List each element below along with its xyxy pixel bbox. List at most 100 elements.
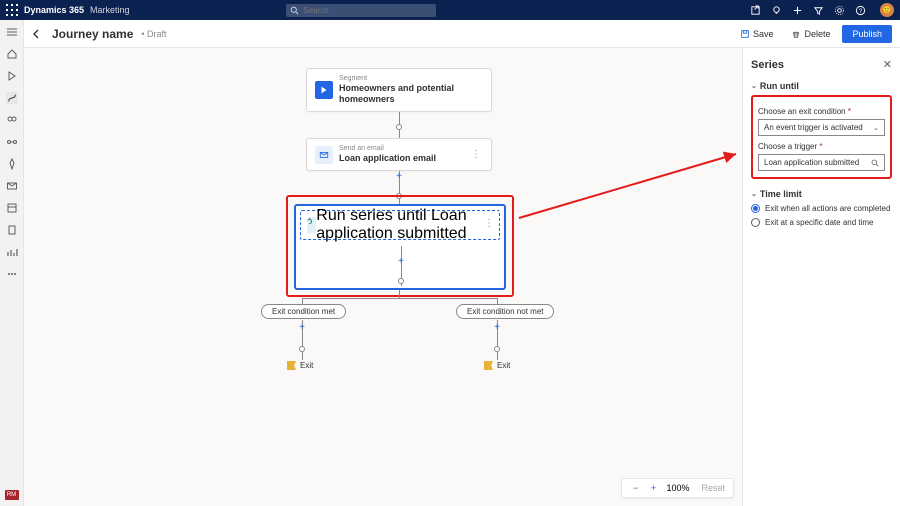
chevron-down-icon: ⌄ xyxy=(873,124,879,132)
segment-node[interactable]: Segment Homeowners and potential homeown… xyxy=(306,68,492,112)
exit-condition-select[interactable]: An event trigger is activated ⌄ xyxy=(758,119,885,136)
plus-icon[interactable] xyxy=(792,5,803,16)
add-step-button[interactable]: + xyxy=(492,322,502,332)
zoom-in-button[interactable]: + xyxy=(648,483,658,493)
search-icon xyxy=(871,159,879,167)
publish-label: Publish xyxy=(852,29,882,39)
help-icon[interactable]: ? xyxy=(855,5,866,16)
exit-met-pill[interactable]: Exit condition met xyxy=(261,304,346,319)
chevron-down-icon: ⌄ xyxy=(751,82,757,90)
node-more-icon[interactable]: ⋮ xyxy=(484,218,494,229)
exit-right: Exit xyxy=(484,361,510,370)
section-time-limit[interactable]: ⌄ Time limit xyxy=(751,189,892,199)
segment-icon xyxy=(315,81,333,99)
trash-icon xyxy=(791,29,801,39)
zoom-level: 100% xyxy=(666,483,689,493)
area-label: Marketing xyxy=(90,5,130,15)
svg-text:?: ? xyxy=(859,7,863,14)
close-icon[interactable]: ✕ xyxy=(883,58,892,71)
radio-label: Exit when all actions are completed xyxy=(765,204,890,213)
series-node[interactable]: Run series until Loan application submit… xyxy=(294,204,506,290)
nav-pin-icon[interactable] xyxy=(6,158,18,170)
left-nav-rail: RM xyxy=(0,20,24,506)
save-label: Save xyxy=(753,29,774,39)
connector-dot xyxy=(299,346,305,352)
zoom-out-button[interactable]: − xyxy=(630,483,640,493)
connector-line xyxy=(399,290,400,298)
select-value: An event trigger is activated xyxy=(764,123,863,132)
nav-home-icon[interactable] xyxy=(6,48,18,60)
zoom-toolbar: − + 100% Reset xyxy=(621,478,734,498)
section-label: Time limit xyxy=(760,189,802,199)
share-icon[interactable] xyxy=(750,5,761,16)
exit-left: Exit xyxy=(287,361,313,370)
global-search[interactable] xyxy=(286,4,436,17)
delete-label: Delete xyxy=(804,29,830,39)
annotation-arrow xyxy=(514,148,742,228)
settings-icon[interactable] xyxy=(834,5,845,16)
back-button[interactable] xyxy=(28,26,44,42)
nav-connect-icon[interactable] xyxy=(6,136,18,148)
nav-play-icon[interactable] xyxy=(6,70,18,82)
node-subtitle: Segment xyxy=(339,75,483,83)
select-value: Loan application submitted xyxy=(764,158,859,167)
shell-actions: ? 🙂 xyxy=(750,3,894,17)
connector-line xyxy=(302,298,497,299)
trigger-label: Choose a trigger * xyxy=(758,142,885,151)
trigger-lookup[interactable]: Loan application submitted xyxy=(758,154,885,171)
nav-menu-icon[interactable] xyxy=(6,26,18,38)
connector-dot xyxy=(396,124,402,130)
node-title: Homeowners and potential homeowners xyxy=(339,83,483,105)
search-icon xyxy=(290,6,299,15)
zoom-reset-button[interactable]: Reset xyxy=(701,483,725,493)
user-avatar[interactable]: 🙂 xyxy=(880,3,894,17)
nav-mail-icon[interactable] xyxy=(6,180,18,192)
radio-icon xyxy=(751,204,760,213)
brand-label: Dynamics 365 xyxy=(24,5,84,15)
node-title: Loan application email xyxy=(339,153,436,164)
exit-notmet-pill[interactable]: Exit condition not met xyxy=(456,304,554,319)
chevron-down-icon: ⌄ xyxy=(751,190,757,198)
app-launcher-icon[interactable] xyxy=(6,4,18,16)
lightbulb-icon[interactable] xyxy=(771,5,782,16)
page-title: Journey name xyxy=(52,27,133,41)
timelimit-opt-specific-date[interactable]: Exit at a specific date and time xyxy=(751,218,892,227)
flag-icon xyxy=(484,361,493,370)
panel-title: Series xyxy=(751,59,784,71)
nav-journey-icon[interactable] xyxy=(6,92,18,104)
connector-dot xyxy=(398,278,404,284)
annotation-highlight: Choose an exit condition * An event trig… xyxy=(751,95,892,179)
properties-panel: Series ✕ ⌄ Run until Choose an exit cond… xyxy=(742,48,900,506)
node-more-icon[interactable]: ⋮ xyxy=(469,149,483,160)
section-label: Run until xyxy=(760,81,799,91)
save-icon xyxy=(740,29,750,39)
email-icon xyxy=(315,146,333,164)
timelimit-opt-all-actions[interactable]: Exit when all actions are completed xyxy=(751,204,892,213)
nav-template-icon[interactable] xyxy=(6,202,18,214)
command-bar: Save Delete Publish xyxy=(734,25,892,43)
journey-canvas[interactable]: + + Segment Homeowners and potential hom… xyxy=(24,48,742,506)
delete-button[interactable]: Delete xyxy=(785,26,836,42)
page-header: Journey name • Draft Save Delete Publish xyxy=(24,20,900,48)
save-button[interactable]: Save xyxy=(734,26,780,42)
search-input[interactable] xyxy=(303,6,432,15)
nav-segment-icon[interactable] xyxy=(6,114,18,126)
add-step-button[interactable]: + xyxy=(297,322,307,332)
rail-badge[interactable]: RM xyxy=(5,490,19,500)
filter-icon[interactable] xyxy=(813,5,824,16)
page-status: • Draft xyxy=(141,29,166,39)
nav-more-icon[interactable] xyxy=(6,268,18,280)
publish-button[interactable]: Publish xyxy=(842,25,892,43)
node-subtitle: Send an email xyxy=(339,145,436,153)
nav-chart-icon[interactable] xyxy=(6,246,18,258)
email-node[interactable]: Send an email Loan application email ⋮ xyxy=(306,138,492,171)
section-run-until[interactable]: ⌄ Run until xyxy=(751,81,892,91)
add-step-button[interactable]: + xyxy=(394,171,404,181)
flag-icon xyxy=(287,361,296,370)
radio-label: Exit at a specific date and time xyxy=(765,218,874,227)
add-step-button[interactable]: + xyxy=(396,256,406,266)
app-shell-header: Dynamics 365 Marketing ? 🙂 xyxy=(0,0,900,20)
exit-label: Exit xyxy=(497,361,510,370)
connector-dot xyxy=(494,346,500,352)
nav-page-icon[interactable] xyxy=(6,224,18,236)
